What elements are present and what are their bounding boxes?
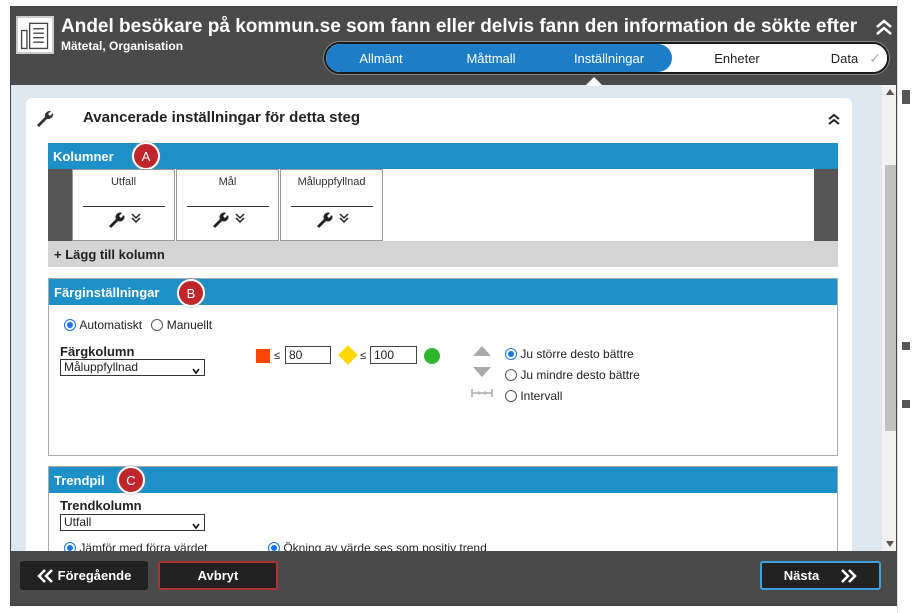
column-divider [83, 206, 165, 207]
annotation-badge-a: A [132, 142, 160, 170]
dialog-title: Andel besökare på kommun.se som fann ell… [61, 16, 858, 37]
trend-arrow-title: Trendpil [54, 472, 105, 488]
advanced-settings-title: Avancerade inställningar för detta steg [83, 109, 361, 126]
previous-button-label: Föregående [57, 568, 132, 583]
vertical-scrollbar[interactable] [882, 85, 896, 551]
radio-manual-label: Manuellt [166, 317, 213, 332]
red-threshold-input[interactable]: 80 [285, 346, 331, 364]
dialog-subtitle: Mätetal, Organisation [61, 39, 184, 53]
chevron-double-down-icon[interactable] [131, 212, 141, 224]
yellow-threshold-input[interactable]: 100 [370, 346, 417, 364]
columns-section-header: Kolumner [48, 143, 838, 169]
annotation-badge-c: C [117, 466, 145, 494]
green-status-swatch [424, 348, 440, 364]
color-settings-header: Färginställningar [49, 279, 837, 305]
advanced-settings-panel: Avancerade inställningar för detta steg … [26, 98, 852, 558]
dialog-footer: Föregående Avbryt Nästa [11, 551, 896, 605]
radio-interval[interactable] [505, 389, 517, 402]
tab-enheter[interactable]: Enheter [672, 44, 802, 72]
chevron-double-down-icon[interactable] [339, 212, 349, 224]
color-settings-section: Färginställningar B Automatiskt Manuellt… [48, 278, 838, 456]
radio-automatic[interactable] [64, 318, 76, 331]
advanced-settings-header: Avancerade inställningar för detta steg [26, 98, 852, 138]
background-edge-mark [902, 342, 910, 350]
chevron-double-down-icon[interactable] [235, 212, 245, 224]
column-name: Utfall [110, 176, 137, 188]
app-logo-icon [16, 16, 54, 54]
next-button[interactable]: Nästa [760, 561, 881, 590]
tab-installningar[interactable]: Inställningar [546, 44, 672, 72]
scrollbar-thumb[interactable] [885, 165, 896, 431]
dialog-window: Andel besökare på kommun.se som fann ell… [10, 6, 897, 606]
arrow-down-icon [473, 367, 491, 377]
column-item-maluppfyllnad[interactable]: Måluppfyllnad [280, 169, 383, 241]
column-divider [291, 206, 373, 207]
tab-mattmall[interactable]: Måttmall [436, 44, 546, 72]
scroll-up-arrow-icon[interactable] [886, 89, 894, 95]
arrow-up-icon [473, 346, 491, 356]
current-tab-pointer [585, 77, 603, 86]
column-divider [187, 206, 269, 207]
interval-icon [471, 387, 493, 397]
trend-arrow-header: Trendpil [49, 467, 837, 493]
previous-button[interactable]: Föregående [20, 561, 148, 590]
cancel-button[interactable]: Avbryt [158, 561, 278, 590]
less-equal-symbol: ≤ [274, 350, 281, 362]
red-threshold-swatch [256, 349, 270, 363]
radio-interval-label: Intervall [520, 388, 563, 403]
column-item-mal[interactable]: Mål [176, 169, 279, 241]
tab-allmant[interactable]: Allmänt [326, 44, 436, 72]
yellow-threshold-swatch [338, 345, 358, 365]
columns-section: Kolumner A Utfall Mål Måluppfyllnad + Lä… [48, 142, 838, 267]
background-edge-mark [902, 90, 910, 104]
radio-automatic-label: Automatiskt [79, 317, 143, 332]
double-chevron-right-icon [839, 568, 857, 584]
columns-area: Utfall Mål Måluppfyllnad [48, 169, 838, 241]
background-edge-mark [902, 400, 910, 408]
double-chevron-left-icon [36, 568, 55, 584]
columns-list: Utfall Mål Måluppfyllnad [72, 169, 814, 241]
trend-column-value: Utfall [64, 515, 92, 529]
direction-option-larger[interactable]: Ju större desto bättre [505, 346, 634, 361]
trend-column-label: Trendkolumn [60, 498, 142, 513]
color-settings-title: Färginställningar [54, 284, 160, 300]
collapse-dialog-icon[interactable] [873, 16, 895, 38]
wrench-icon[interactable] [211, 211, 233, 229]
column-name: Mål [218, 176, 237, 188]
radio-manual[interactable] [151, 318, 164, 331]
dialog-header: Andel besökare på kommun.se som fann ell… [11, 7, 896, 86]
tab-data-label: Data [830, 50, 859, 66]
step-tabs: Allmänt Måttmall Inställningar Enheter D… [324, 42, 889, 74]
chevron-down-icon [192, 519, 200, 530]
collapse-section-icon[interactable] [826, 111, 842, 127]
color-column-select[interactable]: Måluppfyllnad [60, 359, 205, 376]
radio-larger-better[interactable] [505, 347, 517, 360]
checkmark-icon: ✓ [869, 50, 881, 66]
wrench-icon[interactable] [107, 211, 129, 229]
tab-data[interactable]: Data ✓ [802, 44, 887, 72]
radio-larger-better-label: Ju större desto bättre [520, 346, 634, 361]
next-button-label: Nästa [783, 568, 820, 583]
trend-column-select[interactable]: Utfall [60, 514, 205, 531]
wrench-icon[interactable] [315, 211, 337, 229]
chevron-down-icon [192, 364, 200, 375]
color-column-label: Färgkolumn [60, 344, 135, 359]
scroll-down-arrow-icon[interactable] [886, 541, 894, 547]
direction-option-interval[interactable]: Intervall [505, 388, 562, 403]
trend-arrow-section: Trendpil C Trendkolumn Utfall Jämför med… [48, 466, 838, 558]
annotation-badge-b: B [177, 279, 205, 307]
wrench-icon [34, 108, 56, 130]
radio-smaller-better-label: Ju mindre desto bättre [520, 367, 640, 382]
less-equal-symbol: ≤ [360, 350, 367, 362]
column-name: Måluppfyllnad [297, 176, 366, 188]
direction-option-smaller[interactable]: Ju mindre desto bättre [505, 367, 640, 382]
radio-smaller-better[interactable] [505, 368, 517, 381]
color-column-value: Måluppfyllnad [64, 360, 139, 374]
add-column-button[interactable]: + Lägg till kolumn [48, 241, 838, 267]
color-mode-options: Automatiskt Manuellt [64, 317, 212, 332]
columns-section-title: Kolumner [53, 148, 114, 164]
column-item-utfall[interactable]: Utfall [72, 169, 175, 241]
background-window-edge [897, 0, 912, 613]
